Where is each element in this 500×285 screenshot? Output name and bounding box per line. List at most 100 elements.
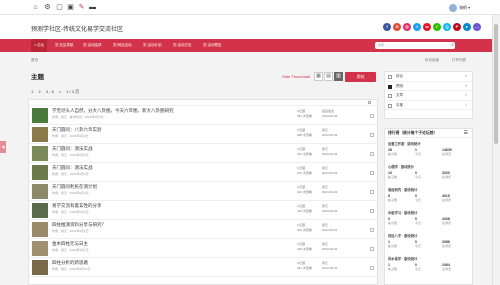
stats-block-title[interactable]: 中医学习 · 版块统计	[388, 210, 469, 215]
menu-icon[interactable]: ☰	[464, 129, 468, 138]
topic-row[interactable]: 天门圆问：八卦六爻实验 作者：易元 · 2023年9月3日 0 回复 288 次查看 易…	[29, 125, 377, 144]
topic-last-post[interactable]: 易元 2023-09-02	[322, 204, 337, 213]
topic-title[interactable]: 四柱推演资料分享与研究？	[52, 222, 106, 228]
topic-last-post[interactable]: 易元 2023-09-03	[322, 147, 337, 156]
site-title[interactable]: 预测学社区-传统文化易学交流社区	[31, 24, 123, 33]
topic-row[interactable]: 金木四柱元与日主 作者：易元 · 2023年9月1日 0 回复 446 次查看 易元 20…	[29, 239, 377, 258]
topic-thumbnail[interactable]	[32, 146, 48, 161]
row-checkbox[interactable]	[370, 133, 374, 137]
open-list-link[interactable]: 打开列表	[452, 58, 466, 63]
topic-last-post[interactable]: 易元 2023-09-03	[322, 185, 337, 194]
google-icon[interactable]: G	[393, 23, 401, 31]
topic-row[interactable]: 四柱推演资料分享与研究？ 作者：易元 · 2023年9月1日 0 回复 454 次查看…	[29, 220, 377, 239]
new-post-button[interactable]: 发帖	[345, 72, 376, 82]
topic-last-post[interactable]: 易元 2023-09-03	[322, 166, 337, 175]
row-checkbox[interactable]	[370, 114, 374, 118]
filter-item[interactable]: 文章 0	[385, 91, 472, 101]
stats-block-title[interactable]: 风水易学 · 版块统计	[388, 256, 469, 261]
mark-icon[interactable]: ▬	[88, 3, 97, 12]
topic-thumbnail[interactable]	[32, 222, 48, 237]
stats-block-title[interactable]: 运营工作室 · 版块统计	[388, 141, 469, 146]
topic-last-post[interactable]: 最后发表 2023-09-06	[322, 109, 337, 118]
topic-title[interactable]: 天门圆问利民在测计划	[52, 184, 97, 190]
filter-item[interactable]: 综合 9	[385, 72, 472, 82]
stats-block-title[interactable]: 四柱八字 · 版块统计	[388, 233, 469, 238]
topic-title[interactable]: 金木四柱元与日主	[52, 241, 88, 247]
nav-item-forum[interactable]: ⌂ 论坛	[31, 39, 48, 52]
qq-icon[interactable]: Q	[443, 23, 451, 31]
select-all-checkbox[interactable]	[368, 101, 371, 104]
topic-row[interactable]: 天门圆问：测法实战 作者：易元 · 2023年9月3日 0 回复 264 次查看 易元 2…	[29, 144, 377, 163]
search-input[interactable]: 搜索...	[375, 42, 455, 49]
page-2[interactable]: 2	[38, 89, 40, 94]
side-panel-toggle[interactable]: ◀	[0, 141, 6, 153]
topic-thumbnail[interactable]	[32, 108, 48, 123]
instagram-icon[interactable]: ◎	[403, 23, 411, 31]
brush-icon[interactable]: ✎	[77, 3, 86, 12]
row-checkbox[interactable]	[370, 266, 374, 270]
topic-title[interactable]: 天门圆问：测法实战	[52, 146, 93, 152]
nav-item-event-plan[interactable]: ▦ 活动计划	[140, 39, 164, 52]
topic-thumbnail[interactable]	[32, 165, 48, 180]
row-checkbox[interactable]	[370, 228, 374, 232]
gear-icon[interactable]: ⚙	[43, 3, 52, 12]
filter-checkbox[interactable]	[388, 103, 392, 108]
filter-item[interactable]: 手推 1	[385, 101, 472, 110]
compact-view-button[interactable]: ▥	[334, 72, 343, 81]
filter-checkbox[interactable]	[388, 94, 392, 98]
topic-row[interactable]: 学无尽头人自然，分大八卦图，今天六爻图，新大八卦图研究 作者：易元 · 发布时间：…	[29, 106, 377, 125]
topic-thumbnail[interactable]	[32, 203, 48, 218]
topic-title[interactable]: 易学交流有着玄性的分享	[52, 203, 102, 209]
topic-title[interactable]: 天门圆问：测法实战	[52, 165, 93, 171]
facebook-icon[interactable]: f	[383, 23, 391, 31]
filter-item[interactable]: 预测 9	[385, 82, 472, 91]
telegram-icon[interactable]: ▸	[463, 23, 471, 31]
breadcrumb[interactable]: 首页	[31, 58, 38, 63]
wechat-icon[interactable]: ✓	[433, 23, 441, 31]
more-icon[interactable]: …	[473, 23, 481, 31]
topic-row[interactable]: 天门圆问利民在测计划 作者：易元 · 2023年9月3日 0 回复 432 次查看 易元…	[29, 182, 377, 201]
page-range[interactable]: 3 - 8	[46, 89, 54, 94]
image-icon[interactable]: ▣	[66, 3, 75, 12]
weibo-icon[interactable]: w	[423, 23, 431, 31]
row-checkbox[interactable]	[370, 171, 374, 175]
home-icon[interactable]: ⌂	[31, 3, 40, 12]
list-view-button[interactable]: ▤	[324, 72, 333, 81]
nav-item-event-preview[interactable]: ▦ 活动预告	[200, 39, 224, 52]
filter-checkbox[interactable]	[388, 75, 392, 79]
topic-title[interactable]: 四柱分析的新思路	[52, 260, 88, 266]
row-checkbox[interactable]	[370, 152, 374, 156]
topic-row[interactable]: 易学交流有着玄性的分享 作者：易元 · 2023年9月2日 0 回复 429 次查看 易…	[29, 201, 377, 220]
page-indicator[interactable]: 1 / 3 页	[66, 89, 79, 94]
user-menu[interactable]: 骑鹤 ▾	[449, 3, 470, 12]
topic-last-post[interactable]: 易元 2023-09-03	[322, 128, 337, 137]
topic-thumbnail[interactable]	[32, 127, 48, 142]
filter-checkbox[interactable]	[388, 84, 392, 89]
topic-thumbnail[interactable]	[32, 184, 48, 199]
row-checkbox[interactable]	[370, 190, 374, 194]
topic-thumbnail[interactable]	[32, 241, 48, 256]
pinterest-icon[interactable]: P	[453, 23, 461, 31]
row-checkbox[interactable]	[370, 247, 374, 251]
scrollbar-thumb[interactable]	[494, 24, 498, 144]
row-checkbox[interactable]	[370, 209, 374, 213]
stats-block-title[interactable]: 心理学 · 版块统计	[388, 164, 469, 169]
topic-last-post[interactable]: 易元 2023-08-31	[322, 261, 337, 270]
mark-read-link[interactable]: 标记阅读	[425, 58, 439, 63]
topic-title[interactable]: 学无尽头人自然，分大八卦图，今天六爻图，新大八卦图研究	[52, 108, 174, 114]
nav-item-event-result[interactable]: ▦ 活动结项	[80, 39, 104, 52]
topic-last-post[interactable]: 易元 2023-09-01	[322, 242, 337, 251]
box-icon[interactable]: ▢	[55, 3, 64, 12]
topic-row[interactable]: 天门圆问：测法实战 作者：易元 · 2023年9月3日 0 回复 276 次查看 易元 2…	[29, 163, 377, 182]
topic-thumbnail[interactable]	[32, 260, 48, 275]
next-page[interactable]: »	[59, 89, 61, 94]
stats-block-title[interactable]: 易经研究 · 版块统计	[388, 187, 469, 192]
topic-last-post[interactable]: 易元 2023-09-01	[322, 223, 337, 232]
topic-title[interactable]: 天门圆问：八卦六爻实验	[52, 127, 102, 133]
grid-view-button[interactable]: ▦	[314, 72, 323, 81]
nav-item-community[interactable]: ▦ 社区导航	[52, 39, 76, 52]
topic-row[interactable]: 四柱分析的新思路 作者：易元 · 2023年8月31日 0 回复 441 次查看 易元 2…	[29, 258, 377, 277]
nav-item-site-event[interactable]: ▦ 网站活动	[110, 39, 134, 52]
hide-thumbnail-link[interactable]: Hide Thumbnail	[282, 74, 310, 79]
search-icon[interactable]: ⌕	[449, 42, 456, 49]
